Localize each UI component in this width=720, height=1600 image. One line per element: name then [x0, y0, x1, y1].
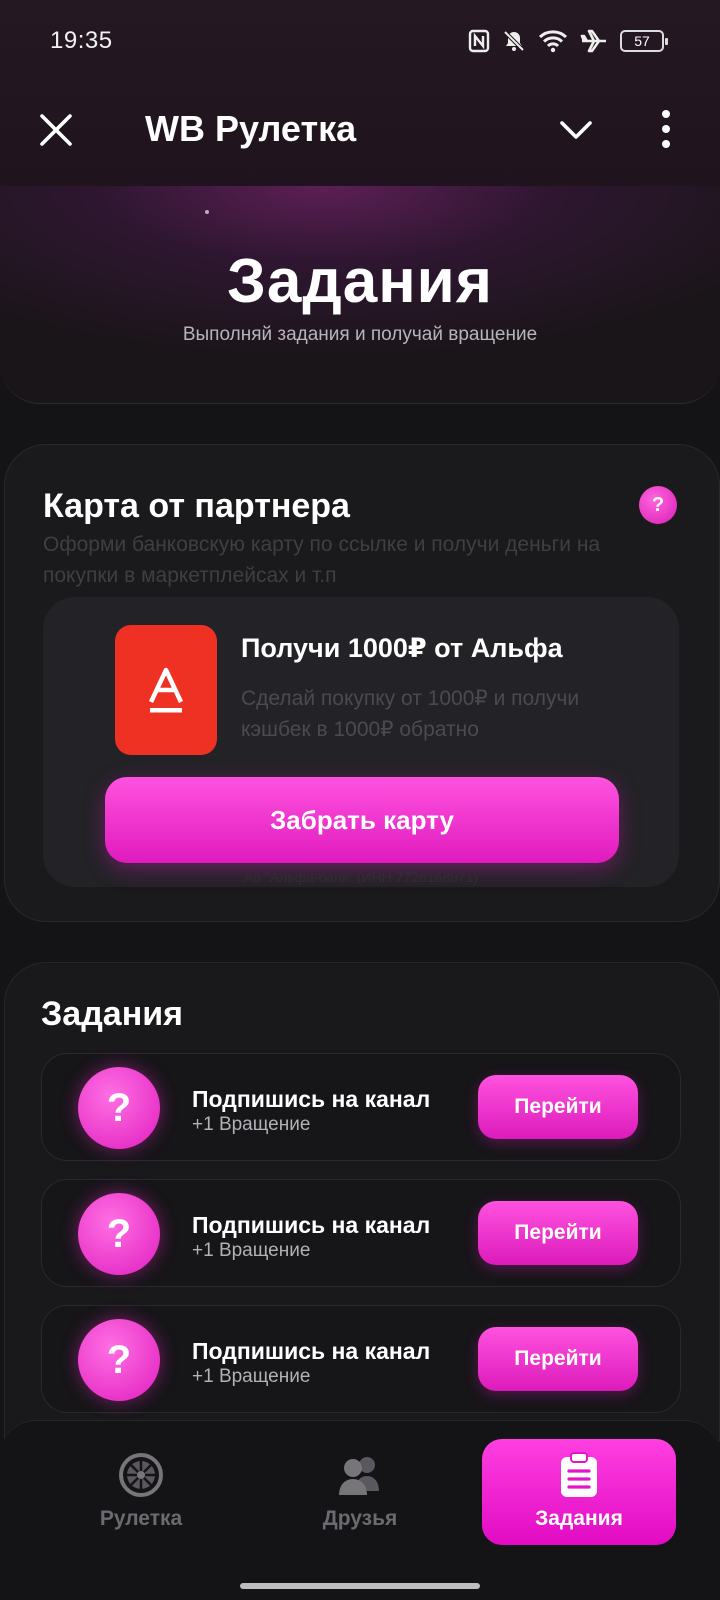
go-button[interactable]: Перейти [478, 1327, 638, 1391]
offer-title: Получи 1000₽ от Альфа [241, 633, 563, 663]
bottom-navigation: Рулетка Друзья Задания [0, 1420, 720, 1600]
sparkle-decoration [205, 210, 209, 214]
alfa-offer-card: Получи 1000₽ от Альфа Сделай покупку от … [43, 597, 679, 887]
users-icon [339, 1457, 379, 1495]
nav-friends[interactable]: Друзья [263, 1439, 457, 1545]
tasks-title: Задания [41, 995, 183, 1033]
partner-card-section: Карта от партнера ? Оформи банковскую ка… [4, 444, 720, 922]
help-icon[interactable]: ? [639, 486, 677, 524]
nfc-icon [468, 29, 490, 53]
go-button[interactable]: Перейти [478, 1075, 638, 1139]
app-title: WB Рулетка [145, 108, 357, 149]
task-item: ? Подпишись на канал +1 Вращение Перейти [41, 1179, 681, 1287]
nav-label: Задания [535, 1507, 623, 1530]
app-bar: WB Рулетка [0, 90, 720, 170]
partner-description: Оформи банковскую карту по ссылке и полу… [43, 533, 601, 587]
nav-label: Друзья [322, 1507, 398, 1530]
bell-off-icon [503, 30, 525, 52]
nav-tasks[interactable]: Задания [482, 1439, 676, 1545]
more-vertical-icon[interactable] [654, 108, 678, 150]
nav-roulette[interactable]: Рулетка [44, 1439, 238, 1545]
task-reward: +1 Вращение [192, 1114, 311, 1135]
page-subtitle: Выполняй задания и получай вращение [182, 324, 538, 345]
close-icon[interactable] [36, 110, 76, 150]
question-icon: ? [78, 1319, 160, 1401]
go-button[interactable]: Перейти [478, 1201, 638, 1265]
status-bar: 19:35 57 [0, 0, 720, 84]
nav-label: Рулетка [99, 1507, 183, 1530]
offer-legal-text: Ао "Альфа-банк" (ИНН 7728168971) [243, 869, 479, 885]
task-reward: +1 Вращение [192, 1366, 311, 1387]
question-icon: ? [78, 1067, 160, 1149]
question-icon: ? [78, 1193, 160, 1275]
task-reward: +1 Вращение [192, 1240, 311, 1261]
clipboard-icon [561, 1452, 597, 1497]
task-name: Подпишись на канал [192, 1212, 431, 1238]
status-icons: 57 [468, 26, 668, 56]
battery-indicator: 57 [620, 30, 668, 52]
offer-description: Сделай покупку от 1000₽ и получи кэшбек … [241, 687, 580, 741]
alfa-bank-logo [115, 625, 217, 755]
get-card-button[interactable]: Забрать карту [105, 777, 619, 863]
airplane-icon [580, 29, 606, 53]
status-time: 19:35 [50, 27, 113, 54]
tasks-section: Задания ? Подпишись на канал +1 Вращение… [4, 962, 720, 1442]
wifi-icon [538, 30, 568, 53]
task-name: Подпишись на канал [192, 1086, 431, 1112]
home-indicator[interactable] [240, 1583, 480, 1589]
task-item: ? Подпишись на канал +1 Вращение Перейти [41, 1305, 681, 1413]
alfa-letter-icon [148, 667, 184, 713]
chevron-down-icon[interactable] [556, 110, 596, 150]
task-name: Подпишись на канал [192, 1338, 431, 1364]
partner-title: Карта от партнера [43, 487, 350, 525]
page-title: Задания [227, 247, 493, 316]
hero-banner: Задания Выполняй задания и получай враще… [0, 186, 720, 404]
task-item: ? Подпишись на канал +1 Вращение Перейти [41, 1053, 681, 1161]
wheel-icon [119, 1453, 163, 1497]
